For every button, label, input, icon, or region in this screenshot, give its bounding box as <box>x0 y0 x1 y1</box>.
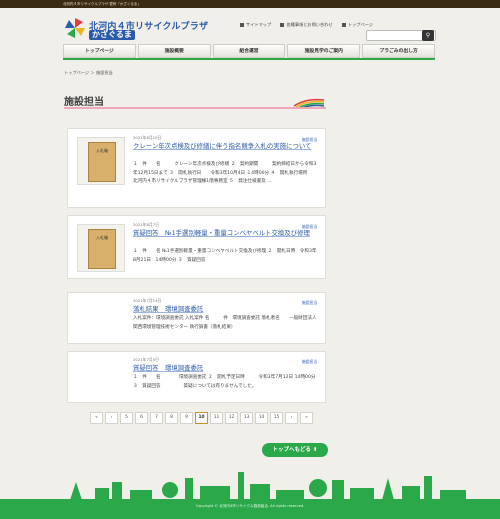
pager-page[interactable]: 14 <box>255 412 268 424</box>
post-card: 入札箱 2021年8月10日 施設担当 クレーン年次点検及び修繕に伴う指名競争入… <box>67 128 326 208</box>
ballot-box-icon: 入札箱 <box>88 229 116 269</box>
search-icon: ⚲ <box>425 32 431 39</box>
title-underline <box>64 107 326 109</box>
back-to-top-button[interactable]: トップへもどる ⬆ <box>262 443 328 457</box>
breadcrumb-current: 施設担当 <box>95 70 113 75</box>
sitemap-link[interactable]: サイトマップ <box>240 22 271 27</box>
square-bullet-icon <box>341 23 346 27</box>
arrow-up-icon: ⬆ <box>312 447 318 453</box>
post-title[interactable]: 質疑回答 №1手選別軽量・重量コンベヤベルト交換及び修理 <box>133 229 318 238</box>
search-button[interactable]: ⚲ <box>422 30 434 41</box>
pager-page[interactable]: 12 <box>225 412 238 424</box>
pager-last[interactable]: » <box>300 412 313 424</box>
city-skyline-illustration <box>70 472 466 500</box>
contact-link[interactable]: 各種事項とお問い合わせ <box>280 22 333 27</box>
ballot-box-thumbnail[interactable]: 入札箱 <box>77 224 125 272</box>
pager-prev[interactable]: ‹ <box>105 412 118 424</box>
pager-first[interactable]: « <box>90 412 103 424</box>
post-excerpt: １ 件 名 クレーン年次点検及び修繕 ２ 契約期間 契約締結日から令和3年12月… <box>133 162 317 185</box>
pager-current-page: 10 <box>195 412 208 424</box>
nav-divider <box>63 58 435 60</box>
square-bullet-icon <box>280 23 285 27</box>
breadcrumb-home[interactable]: トップページ <box>64 70 89 75</box>
top-bar: 北河内４市リサイクルプラザ 愛称「かざぐるま」 <box>0 0 500 8</box>
site-logo[interactable]: 北河内４市リサイクルプラザ かざぐるま <box>65 18 208 42</box>
post-excerpt: １ 件 名 №1手選別軽量・重量コンベヤベルト交換及び修理 ２ 開札日時 令和3… <box>133 249 317 263</box>
top-link[interactable]: トップページ <box>341 22 373 27</box>
nav-top[interactable]: トップページ <box>63 44 136 58</box>
utility-links: サイトマップ 各種事項とお問い合わせ トップページ <box>240 22 381 28</box>
post-date: 2021年8月10日 <box>133 135 162 140</box>
pager-page[interactable]: 9 <box>180 412 193 424</box>
post-date: 2021年8月7日 <box>133 222 159 227</box>
pager-page[interactable]: 13 <box>240 412 253 424</box>
breadcrumb: トップページ ＞ 施設担当 <box>64 70 113 76</box>
breadcrumb-sep: ＞ <box>90 70 95 75</box>
post-card: 2021年7月5日 施設担当 質疑回答 環境調査委託 １ 件 名 環境調査委託 … <box>67 351 326 403</box>
nav-overview[interactable]: 施設概要 <box>137 44 211 58</box>
nav-tour[interactable]: 施設見学のご案内 <box>287 44 361 58</box>
pagination: « ‹ 5 6 7 8 9 10 11 12 13 14 15 › » <box>90 412 315 424</box>
post-title[interactable]: 落札結果 環境調査委託 <box>133 305 318 314</box>
ballot-box-icon: 入札箱 <box>88 142 116 182</box>
topbar-text: 北河内４市リサイクルプラザ 愛称「かざぐるま」 <box>63 2 141 6</box>
main-nav: トップページ 施設概要 組合運営 施設見学のご案内 プラごみの出し方 <box>63 44 435 58</box>
pinwheel-icon <box>65 18 85 38</box>
post-date: 2021年7月5日 <box>133 357 159 362</box>
post-card: 2021年7月14日 施設担当 落札結果 環境調査委託 入札案件：環境調査委託 … <box>67 292 326 344</box>
pager-next[interactable]: › <box>285 412 298 424</box>
post-title[interactable]: 質疑回答 環境調査委託 <box>133 364 318 373</box>
logo-nickname: かざぐるま <box>89 30 135 40</box>
page-title: 施設担当 <box>64 97 104 108</box>
post-excerpt: １ 件 名 環境調査委託 ２ 開札予定日時 令和3年7月12日 14時00分 ３… <box>133 375 317 389</box>
post-title[interactable]: クレーン年次点検及び修繕に伴う指名競争入札の実施について <box>133 142 318 151</box>
post-date: 2021年7月14日 <box>133 298 162 303</box>
pager-page[interactable]: 8 <box>165 412 178 424</box>
post-excerpt: 入札案件：環境調査委託 入札案件 名 件 環境調査委託 落札者名 一般財団法人 … <box>133 316 322 330</box>
copyright: Copyright © 北河内4市リサイクル施設組合. All rights r… <box>195 504 305 508</box>
pager-page[interactable]: 6 <box>135 412 148 424</box>
nav-management[interactable]: 組合運営 <box>212 44 286 58</box>
pager-page[interactable]: 5 <box>120 412 133 424</box>
pager-page[interactable]: 15 <box>270 412 283 424</box>
footer: Copyright © 北河内4市リサイクル施設組合. All rights r… <box>0 499 500 519</box>
post-card: 入札箱 2021年8月7日 施設担当 質疑回答 №1手選別軽量・重量コンベヤベル… <box>67 215 326 279</box>
nav-plastic[interactable]: プラごみの出し方 <box>362 44 435 58</box>
square-bullet-icon <box>240 23 244 27</box>
pager-page[interactable]: 7 <box>150 412 163 424</box>
ballot-box-thumbnail[interactable]: 入札箱 <box>77 137 125 185</box>
pager-page[interactable]: 11 <box>210 412 223 424</box>
